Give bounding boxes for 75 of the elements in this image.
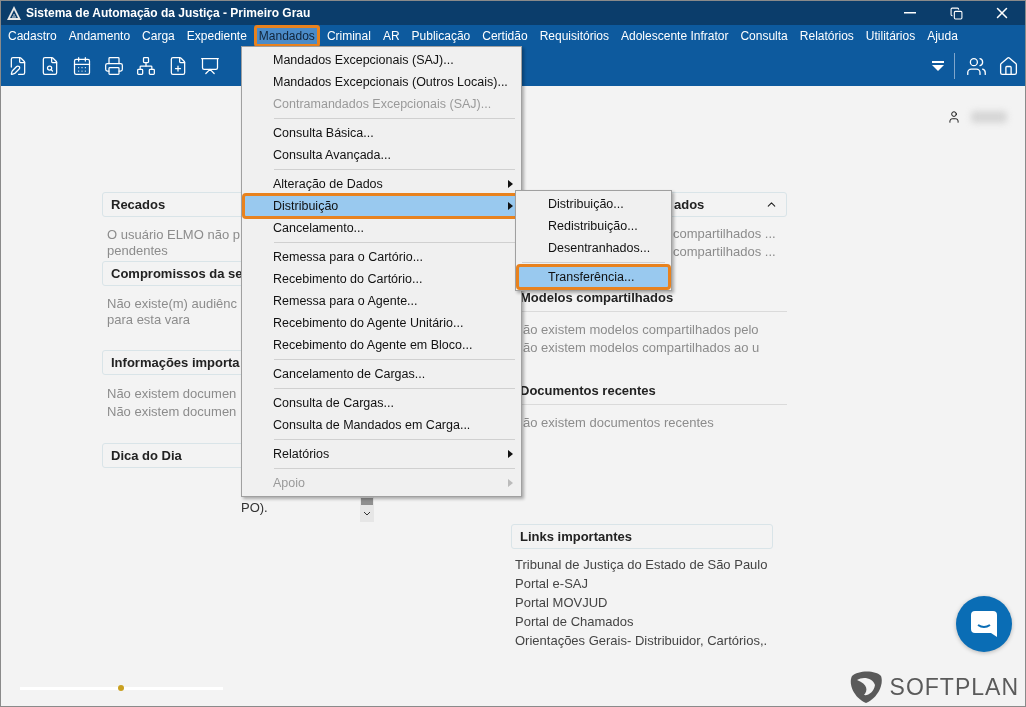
minimize-icon [904,12,916,14]
menu-bar-item[interactable]: AR [377,24,405,47]
menu-bar-item[interactable]: Relatórios [794,24,859,47]
menu-item[interactable]: Consulta Básica... [244,122,519,144]
menu-item[interactable]: Desentranhados... [518,237,669,259]
board-icon[interactable] [199,55,221,77]
logo-text: SOFTPLAN [889,673,1019,701]
menu-item[interactable]: Alteração de Dados [244,173,519,195]
panel-text: ão existem documentos recentes [523,414,714,432]
chat-icon [971,611,997,637]
window-title: Sistema de Automação da Justiça - Primeiro Grau [26,6,312,20]
panel-text: O usuário ELMO não p [107,227,240,243]
menu-item[interactable]: Consulta Avançada... [244,144,519,166]
menu-bar-item[interactable]: Publicação [406,24,476,47]
redacted-name [971,111,1007,123]
panel-text: ão existem modelos compartilhados pelo [523,321,759,339]
menu-bar-item[interactable]: Consulta [735,24,793,47]
chat-button[interactable] [956,596,1012,652]
menu-item[interactable]: Consulta de Mandados em Carga... [244,414,519,436]
menu-bar-item[interactable]: Adolescente Infrator [616,24,734,47]
panel-header: Links importantes [511,524,773,549]
link[interactable]: Portal MOVJUD [515,593,608,612]
panel-title: Compromissos da se [111,266,243,281]
menu-item[interactable]: Relatórios [244,443,519,465]
menu-item[interactable]: Redistribuição... [518,215,669,237]
calendar-icon[interactable] [71,55,93,77]
menu-item[interactable]: Recebimento do Cartório... [244,268,519,290]
panel-text: Não existem documen [107,385,237,403]
menu-bar-item[interactable]: Cadastro [3,24,62,47]
menu-item[interactable]: Cancelamento de Cargas... [244,363,519,385]
menu-item[interactable]: Remessa para o Cartório... [244,246,519,268]
dropdown-icon[interactable] [932,61,944,71]
tip-text: PO). [241,500,269,515]
panel-title: Informações importa [111,355,240,370]
menu-bar-item[interactable]: Certidão [477,24,533,47]
link[interactable]: Orientações Gerais- Distribuidor, Cartórios,. [515,631,768,650]
panel-title: Dica do Dia [111,448,182,463]
printer-icon[interactable] [103,55,125,77]
submenu-arrow-icon [508,450,513,458]
user-icon [947,110,961,124]
panel-text: Não existe(m) audiênc [107,296,238,312]
menu-item[interactable]: Distribuição... [518,193,669,215]
menu-bar-item[interactable]: Carga [137,24,180,47]
menu-item[interactable]: Transferência... [518,266,669,288]
menu-item[interactable]: Recebimento do Agente Unitário... [244,312,519,334]
menu-item[interactable]: Mandados Excepcionais (SAJ)... [244,49,519,71]
panel-text: pendentes [107,243,168,259]
menu-bar-item[interactable]: Andamento [63,24,136,47]
menu-bar-item[interactable]: Requisitórios [534,24,614,47]
users-icon[interactable] [965,55,987,77]
panel-title: Recados [111,197,166,212]
submenu-arrow-icon [508,180,513,188]
menu-item[interactable]: Cancelamento... [244,217,519,239]
menu-bar-item[interactable]: Criminal [321,24,376,47]
submenu-arrow-icon [508,479,513,487]
panel-text: compartilhados ... [673,243,776,261]
home-icon[interactable] [997,55,1019,77]
menu-item[interactable]: Recebimento do Agente em Bloco... [244,334,519,356]
link[interactable]: Portal de Chamados [515,612,634,631]
menu-bar-item[interactable]: Mandados [253,24,320,47]
panel-text: compartilhados ... [673,225,776,243]
menu-item[interactable]: Mandados Excepcionais (Outros Locais)... [244,71,519,93]
panel-text: para esta vara [107,312,191,328]
app-logo-icon [6,5,22,21]
restore-icon [949,6,963,20]
menu-bar-item[interactable]: Expediente [181,24,252,47]
link[interactable]: Portal e-SAJ [515,574,588,593]
menu-bar-item[interactable]: Ajuda [922,24,963,47]
panel-text: Não existem documen [107,403,237,421]
menu-bar-item[interactable]: Utilitários [860,24,921,47]
link[interactable]: Tribunal de Justiça do Estado de São Paulo [515,555,768,574]
panel-title: ados [674,197,705,212]
panel-text: ão existem modelos compartilhados ao u [523,339,760,357]
hierarchy-icon[interactable] [135,55,157,77]
submenu-arrow-icon [508,202,513,210]
